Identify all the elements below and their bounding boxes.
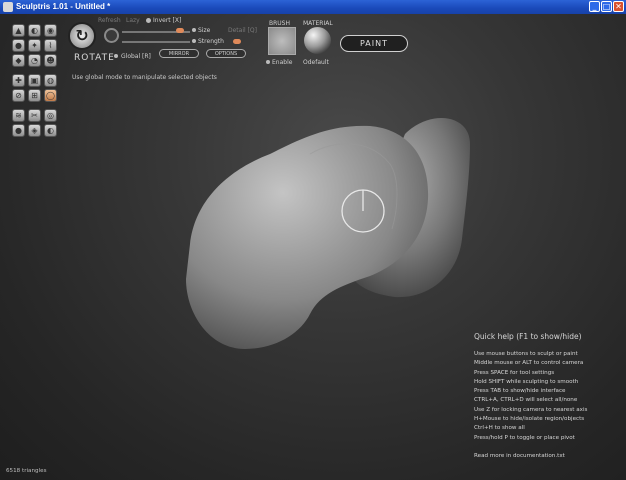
sculpt-viewport[interactable]: ▲ ◐ ◉ ● ✦ ⌇ ◆ ◔ ☻ ✚ ▣ ◍ ⊘ ⊞ ◯ ≋ ✂ ◎ ● ◈ … — [0, 14, 626, 480]
minimize-button[interactable]: _ — [589, 1, 600, 12]
quick-help-footer: Read more in documentation.txt — [474, 452, 565, 459]
window-title: Sculptris 1.01 - Untitled * — [16, 2, 111, 11]
app-icon — [3, 2, 13, 12]
quick-help-title: Quick help (F1 to show/hide) — [474, 332, 582, 341]
maximize-button[interactable]: □ — [601, 1, 612, 12]
close-button[interactable]: ✕ — [613, 1, 624, 12]
quick-help-line: H+Mouse to hide/isolate region/objects — [474, 416, 585, 423]
title-bar: Sculptris 1.01 - Untitled * _ □ ✕ — [0, 0, 626, 14]
quick-help-panel: Quick help (F1 to show/hide) Use mouse b… — [474, 332, 587, 461]
quick-help-line: Press TAB to show/hide interface — [474, 388, 566, 395]
quick-help-line: Ctrl+H to show all — [474, 425, 525, 432]
app-window: Sculptris 1.01 - Untitled * _ □ ✕ ▲ ◐ ◉ … — [0, 0, 626, 480]
quick-help-line: Press SPACE for tool settings — [474, 369, 555, 376]
quick-help-line: Hold SHIFT while sculpting to smooth — [474, 378, 579, 385]
quick-help-line: Press/hold P to toggle or place pivot — [474, 434, 575, 441]
quick-help-line: CTRL+A, CTRL+D will select all/none — [474, 397, 578, 404]
quick-help-line: Use mouse buttons to sculpt or paint — [474, 351, 578, 357]
triangle-count: 6518 triangles — [6, 468, 47, 474]
quick-help-line: Use Z for locking camera to nearest axis — [474, 406, 588, 413]
quick-help-line: Middle mouse or ALT to control camera — [474, 360, 584, 367]
